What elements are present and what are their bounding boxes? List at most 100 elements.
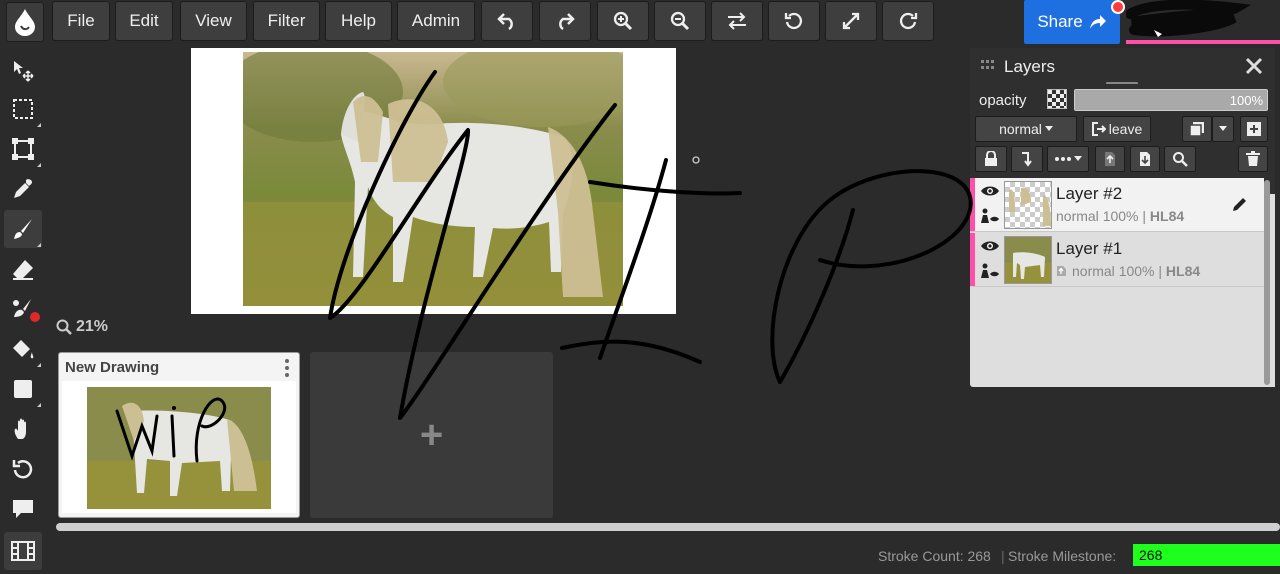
rotate-view-icon [12, 460, 33, 479]
drag-grip-icon[interactable] [981, 60, 995, 70]
hand-tool[interactable] [4, 410, 42, 448]
transparency-lock-icon[interactable] [1047, 89, 1067, 109]
more-options-button[interactable] [1047, 146, 1089, 172]
rotate-left-icon [784, 12, 802, 30]
merge-up-button[interactable] [1095, 146, 1125, 172]
hand-icon [14, 418, 26, 439]
visibility-eye-icon[interactable] [980, 239, 1000, 253]
drawing-canvas[interactable] [191, 48, 676, 314]
merge-up-icon [1105, 152, 1115, 166]
select-tool[interactable] [4, 90, 42, 128]
duplicate-options-button[interactable] [1212, 116, 1234, 142]
user-color-bar [1126, 40, 1280, 44]
leave-session-button[interactable]: leave [1083, 116, 1151, 142]
blend-mode-select[interactable]: normal [975, 116, 1077, 142]
notification-dot[interactable] [1111, 0, 1125, 14]
eyedropper-icon [14, 179, 32, 198]
leave-label: leave [1108, 121, 1143, 137]
share-arrow-icon [1089, 15, 1106, 29]
document-title: New Drawing [65, 359, 160, 376]
layer-row[interactable]: Layer #2 normal 100% | HL84 [970, 178, 1264, 232]
help-menu[interactable]: Help [325, 1, 392, 41]
opacity-slider[interactable]: 100% [1074, 89, 1268, 111]
layer-owner: HL84 [1149, 208, 1185, 224]
eraser-icon [13, 260, 33, 280]
view-menu[interactable]: View [180, 1, 247, 41]
clip-layer-button[interactable] [1011, 146, 1043, 172]
trash-icon [1246, 151, 1260, 166]
layer-row[interactable]: Layer #1 normal 100% | HL84 [970, 233, 1264, 287]
app-logo[interactable] [6, 2, 44, 42]
close-icon[interactable] [1242, 54, 1266, 78]
layers-panel-title: Layers [1004, 57, 1056, 76]
document-card[interactable]: New Drawing [58, 352, 300, 518]
document-menu-icon[interactable] [285, 359, 291, 377]
layer-meta: normal 100% | HL84 [1056, 208, 1185, 224]
flip-button[interactable] [711, 1, 763, 41]
layer-user-visibility-icon[interactable] [980, 208, 1000, 224]
layer-mode: normal [1072, 263, 1115, 279]
find-layer-button[interactable] [1164, 146, 1196, 172]
transform-tool[interactable] [4, 130, 42, 168]
brush-tool[interactable] [4, 210, 42, 248]
layer-user-visibility-icon[interactable] [980, 263, 1000, 279]
zoom-in-button[interactable] [597, 1, 649, 41]
layer-thumbnail [1004, 181, 1052, 229]
layer-opacity: 100% [1118, 263, 1155, 279]
add-layer-icon [1247, 122, 1261, 136]
file-menu[interactable]: File [52, 1, 110, 41]
undo-button[interactable] [481, 1, 533, 41]
eyedropper-tool[interactable] [4, 170, 42, 208]
add-layer-button[interactable] [1240, 116, 1268, 142]
delete-layer-button[interactable] [1238, 146, 1268, 172]
rotate-view-tool[interactable] [4, 450, 42, 488]
blend-mode-value: normal [999, 121, 1042, 137]
smudge-tool[interactable] [4, 290, 42, 328]
zoom-out-button[interactable] [654, 1, 706, 41]
layer-owner-color [970, 233, 975, 286]
merge-down-icon [1140, 152, 1150, 166]
new-document-button[interactable]: + [310, 352, 553, 518]
layers-panel: Layers opacity 100% normal leave Layer #… [970, 48, 1275, 387]
layers-scrollbar[interactable] [1264, 180, 1270, 385]
admin-menu[interactable]: Admin [397, 1, 475, 41]
fullscreen-icon [842, 12, 860, 30]
share-button[interactable]: Share [1024, 0, 1120, 44]
layers-panel-header[interactable]: Layers [970, 48, 1275, 85]
opacity-value: 100% [1229, 93, 1263, 108]
eraser-tool[interactable] [4, 250, 42, 288]
status-bar: Stroke Count: 268 | Stroke Milestone: 26… [0, 538, 1280, 574]
merge-down-button[interactable] [1130, 146, 1160, 172]
brush-icon [14, 219, 32, 239]
fullscreen-button[interactable] [825, 1, 877, 41]
pencil-icon[interactable] [1232, 196, 1248, 212]
filter-menu[interactable]: Filter [253, 1, 320, 41]
stroke-milestone-value: 268 [1139, 547, 1163, 563]
clipping-arrow-icon [1022, 152, 1032, 167]
shape-tool[interactable] [4, 370, 42, 408]
top-bar: File Edit View Filter Help Admin Share [0, 0, 1280, 44]
tool-bar [0, 48, 46, 574]
layer-owner-color [970, 178, 975, 231]
rotate-left-button[interactable] [768, 1, 820, 41]
transform-icon [12, 138, 34, 160]
user-area[interactable] [1125, 0, 1280, 44]
plus-icon: + [419, 412, 444, 457]
visibility-eye-icon[interactable] [980, 184, 1000, 198]
caret-down-icon [1219, 126, 1227, 131]
lock-icon [985, 151, 997, 166]
lock-layer-button[interactable] [975, 146, 1007, 172]
duplicate-layer-button[interactable] [1182, 116, 1212, 142]
fill-tool[interactable] [4, 330, 42, 368]
zoom-indicator[interactable]: 21% [56, 318, 108, 336]
canvas-area[interactable]: 21% New Drawing + [46, 44, 970, 520]
layer-mode: normal [1056, 208, 1099, 224]
move-tool[interactable] [4, 51, 42, 89]
redo-icon [559, 13, 575, 30]
horizontal-scrollbar[interactable] [56, 523, 1280, 531]
caret-down-icon [1044, 126, 1053, 131]
comment-tool[interactable] [4, 490, 42, 528]
redo-button[interactable] [539, 1, 591, 41]
edit-menu[interactable]: Edit [115, 1, 173, 41]
rotate-right-button[interactable] [882, 1, 934, 41]
